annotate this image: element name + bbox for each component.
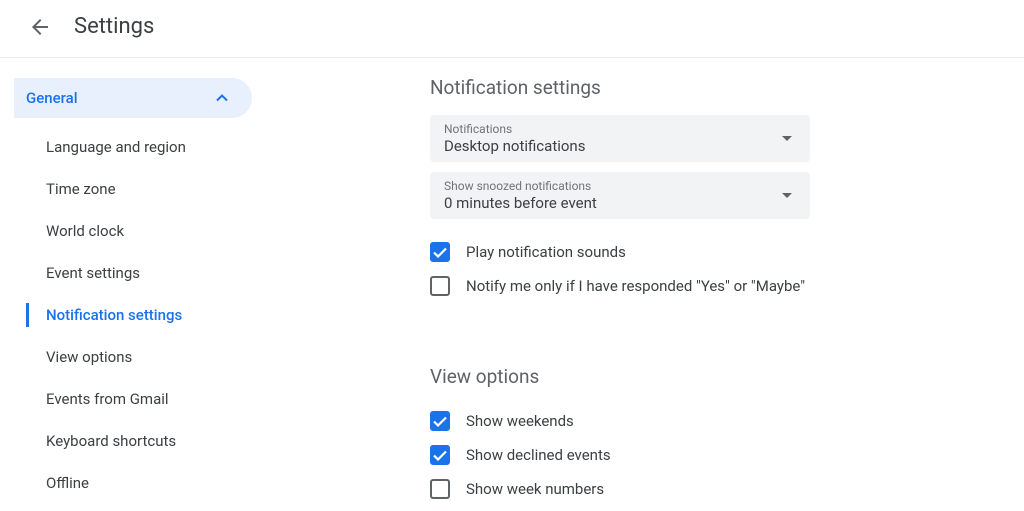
sidebar-item-world-clock[interactable]: World clock <box>14 210 260 252</box>
notify-responded-checkbox-row[interactable]: Notify me only if I have responded "Yes"… <box>430 269 1024 303</box>
header: Settings <box>0 0 1024 58</box>
dropdown-label: Show snoozed notifications <box>444 179 597 193</box>
dropdown-value: 0 minutes before event <box>444 194 597 212</box>
show-declined-checkbox-row[interactable]: Show declined events <box>430 438 1024 472</box>
caret-down-icon <box>778 187 796 205</box>
checkbox-checked-icon <box>430 445 450 465</box>
sidebar-item-event-settings[interactable]: Event settings <box>14 252 260 294</box>
page-title: Settings <box>74 14 154 39</box>
sidebar-item-view-options[interactable]: View options <box>14 336 260 378</box>
show-weekends-checkbox-row[interactable]: Show weekends <box>430 404 1024 438</box>
sidebar-group-label: General <box>26 89 78 107</box>
notifications-dropdown[interactable]: Notifications Desktop notifications <box>430 115 810 162</box>
sidebar-item-language-region[interactable]: Language and region <box>14 126 260 168</box>
checkbox-label: Show declined events <box>466 446 611 464</box>
play-sounds-checkbox-row[interactable]: Play notification sounds <box>430 235 1024 269</box>
snoozed-notifications-dropdown[interactable]: Show snoozed notifications 0 minutes bef… <box>430 172 810 219</box>
content: General Language and region Time zone Wo… <box>0 58 1024 506</box>
notification-section-title: Notification settings <box>430 76 1024 99</box>
back-arrow-icon[interactable] <box>28 15 52 39</box>
dropdown-text: Notifications Desktop notifications <box>444 122 585 155</box>
dropdown-text: Show snoozed notifications 0 minutes bef… <box>444 179 597 212</box>
checkbox-unchecked-icon <box>430 479 450 499</box>
checkbox-checked-icon <box>430 411 450 431</box>
checkbox-label: Show weekends <box>466 412 574 430</box>
sidebar-item-time-zone[interactable]: Time zone <box>14 168 260 210</box>
checkbox-label: Notify me only if I have responded "Yes"… <box>466 277 805 295</box>
checkbox-checked-icon <box>430 242 450 262</box>
chevron-up-icon <box>212 88 232 108</box>
sidebar: General Language and region Time zone Wo… <box>0 58 260 506</box>
checkbox-label: Play notification sounds <box>466 243 626 261</box>
caret-down-icon <box>778 130 796 148</box>
checkbox-label: Show week numbers <box>466 480 604 498</box>
checkbox-unchecked-icon <box>430 276 450 296</box>
sidebar-item-offline[interactable]: Offline <box>14 462 260 504</box>
sidebar-item-keyboard-shortcuts[interactable]: Keyboard shortcuts <box>14 420 260 462</box>
sidebar-item-notification-settings[interactable]: Notification settings <box>14 294 260 336</box>
main-panel: Notification settings Notifications Desk… <box>260 58 1024 506</box>
dropdown-value: Desktop notifications <box>444 137 585 155</box>
sidebar-item-events-gmail[interactable]: Events from Gmail <box>14 378 260 420</box>
view-section-title: View options <box>430 365 1024 388</box>
sidebar-group-general[interactable]: General <box>14 78 252 118</box>
show-week-numbers-checkbox-row[interactable]: Show week numbers <box>430 472 1024 506</box>
dropdown-label: Notifications <box>444 122 585 136</box>
